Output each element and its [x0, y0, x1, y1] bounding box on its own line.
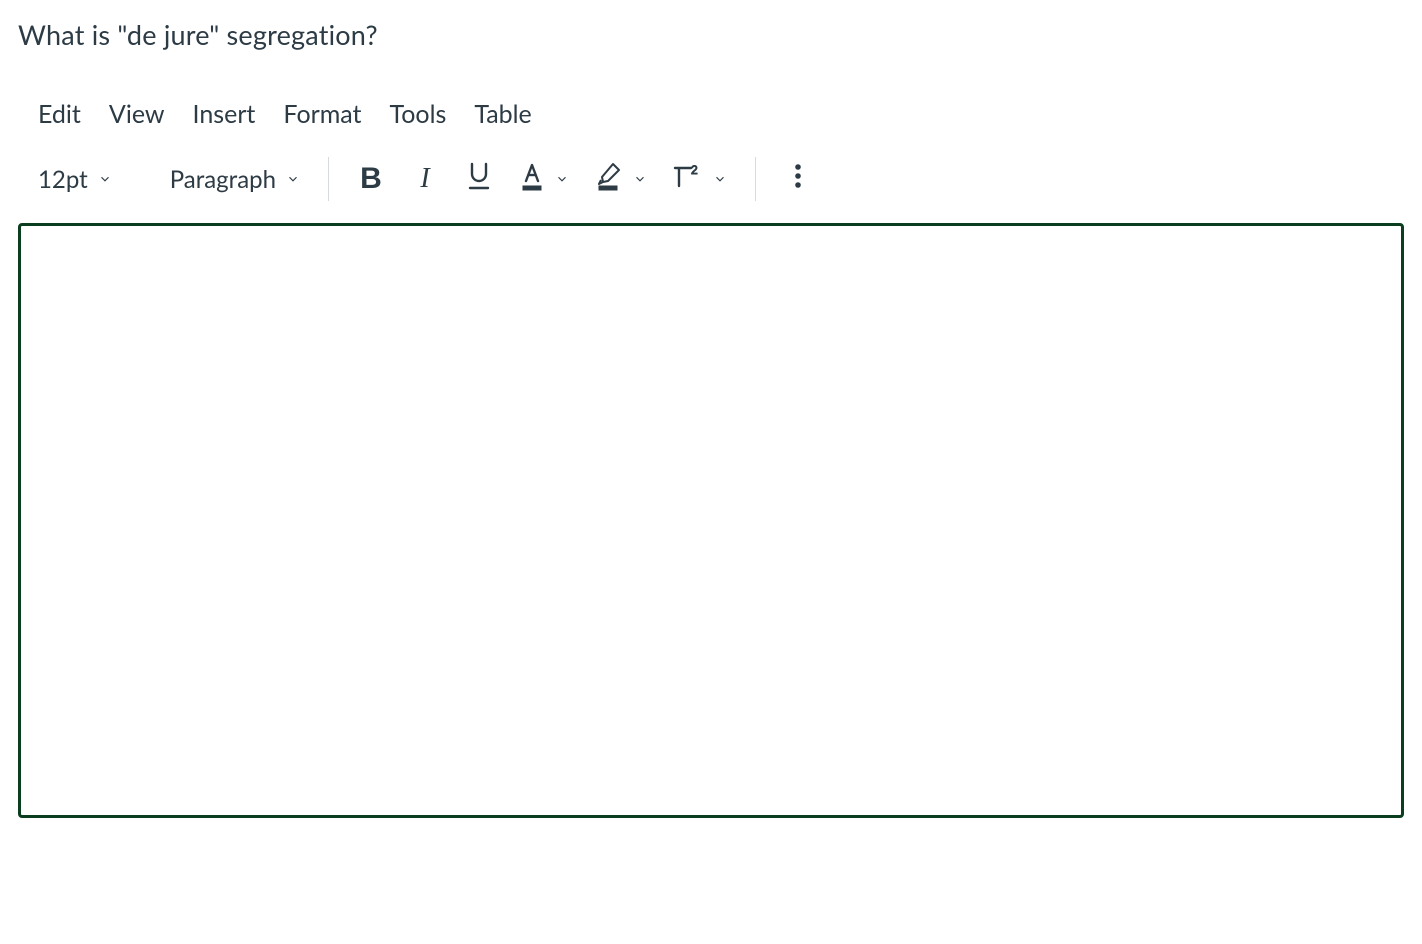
- menu-tools[interactable]: Tools: [390, 99, 447, 129]
- font-size-value: 12pt: [38, 165, 88, 194]
- bold-button[interactable]: B: [357, 161, 385, 197]
- text-color-icon: [519, 161, 545, 197]
- toolbar-divider: [328, 157, 329, 201]
- kebab-icon: [794, 163, 802, 195]
- superscript-button[interactable]: 2: [673, 161, 727, 197]
- bold-icon: B: [360, 162, 382, 196]
- toolbar-divider: [755, 157, 756, 201]
- chevron-down-icon: [713, 172, 727, 186]
- editor-content-area[interactable]: [18, 223, 1404, 818]
- font-size-select[interactable]: 12pt: [38, 165, 112, 194]
- block-format-value: Paragraph: [170, 165, 276, 194]
- highlight-color-icon: [595, 161, 623, 197]
- underline-icon: [466, 161, 492, 197]
- more-options-button[interactable]: [784, 161, 812, 197]
- underline-button[interactable]: [465, 161, 493, 197]
- toolbar-text-group: 12pt Paragraph: [38, 165, 300, 194]
- italic-button[interactable]: I: [411, 161, 439, 197]
- menu-table[interactable]: Table: [474, 99, 531, 129]
- highlight-color-button[interactable]: [595, 161, 647, 197]
- chevron-down-icon: [633, 172, 647, 186]
- menu-edit[interactable]: Edit: [38, 99, 81, 129]
- chevron-down-icon: [286, 172, 300, 186]
- svg-text:2: 2: [691, 163, 698, 177]
- menu-format[interactable]: Format: [283, 99, 361, 129]
- menu-view[interactable]: View: [109, 99, 165, 129]
- editor-toolbar: 12pt Paragraph B I: [38, 157, 1404, 201]
- editor-menubar: Edit View Insert Format Tools Table: [38, 99, 1404, 129]
- italic-icon: I: [420, 163, 429, 195]
- text-color-button[interactable]: [519, 161, 569, 197]
- question-prompt: What is "de jure" segregation?: [18, 18, 1404, 51]
- rich-text-editor: Edit View Insert Format Tools Table 12pt…: [18, 99, 1404, 201]
- superscript-icon: 2: [673, 162, 703, 196]
- menu-insert[interactable]: Insert: [193, 99, 256, 129]
- chevron-down-icon: [98, 172, 112, 186]
- toolbar-format-group: B I: [357, 161, 727, 197]
- block-format-select[interactable]: Paragraph: [170, 165, 300, 194]
- chevron-down-icon: [555, 172, 569, 186]
